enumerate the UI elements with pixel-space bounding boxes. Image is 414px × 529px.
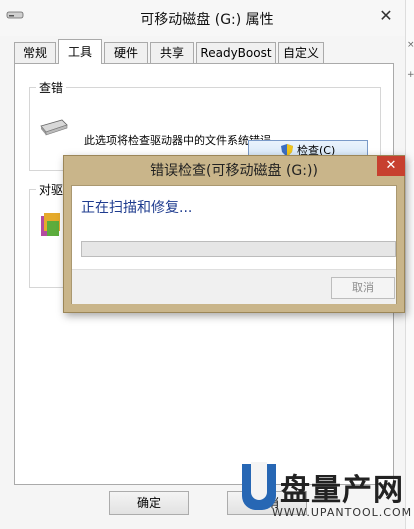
tab-readyboost[interactable]: ReadyBoost	[196, 42, 276, 63]
watermark-url: WWW.UPANTOOL.COM	[272, 506, 413, 519]
tab-general[interactable]: 常规	[14, 42, 56, 63]
dialog-footer: 取消	[72, 269, 396, 304]
u-logo-icon	[242, 462, 276, 510]
dialog-body: 正在扫描和修复... 取消	[71, 185, 397, 304]
error-check-title: 查错	[36, 79, 67, 96]
background-window-edge: × +	[405, 0, 414, 529]
watermark-logo: 盘量产网 WWW.UPANTOOL.COM	[242, 462, 414, 529]
drive-icon	[40, 119, 68, 136]
dialog-title: 错误检查(可移动磁盘 (G:))	[150, 163, 318, 179]
error-check-dialog: 错误检查(可移动磁盘 (G:)) ✕ 正在扫描和修复... 取消	[63, 155, 405, 313]
tab-hardware[interactable]: 硬件	[104, 42, 148, 63]
scan-status: 正在扫描和修复...	[81, 200, 193, 216]
window-title: 可移动磁盘 (G:) 属性	[140, 12, 274, 28]
tab-customize[interactable]: 自定义	[278, 42, 324, 63]
close-icon[interactable]: ✕	[374, 5, 398, 27]
defrag-icon	[41, 213, 60, 236]
dialog-close-icon[interactable]: ✕	[377, 156, 405, 176]
tab-tools[interactable]: 工具	[58, 39, 102, 64]
progress-bar	[81, 241, 396, 257]
ok-button[interactable]: 确定	[109, 491, 189, 515]
window-titlebar[interactable]: 可移动磁盘 (G:) 属性 ✕	[0, 0, 414, 36]
tab-sharing[interactable]: 共享	[150, 42, 194, 63]
dialog-cancel-button[interactable]: 取消	[331, 277, 395, 299]
watermark-brand: 盘量产网	[280, 473, 404, 508]
